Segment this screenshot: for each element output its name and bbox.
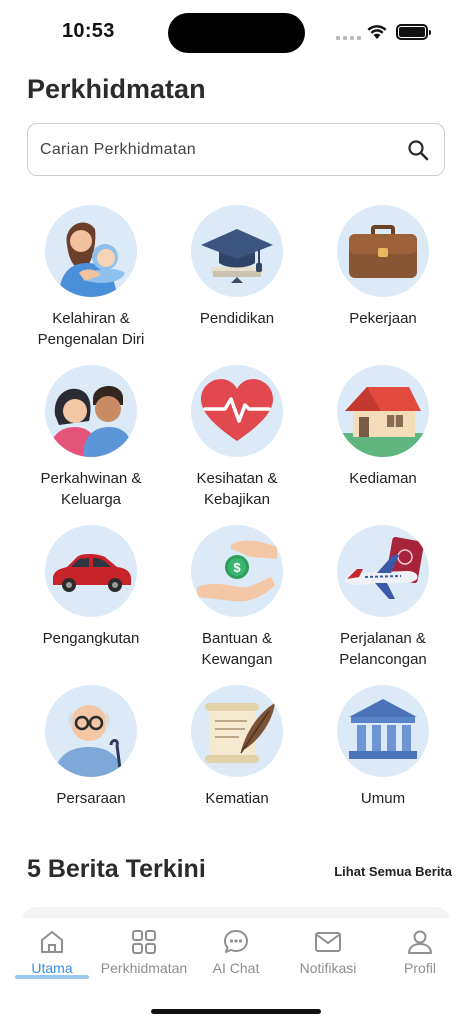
heart-pulse-icon — [191, 365, 283, 457]
page-title: Perkhidmatan — [27, 74, 206, 104]
couple-icon — [45, 365, 137, 457]
see-all-news-link[interactable]: Lihat Semua Berita — [334, 864, 452, 879]
home-indicator[interactable] — [151, 1009, 321, 1014]
active-tab-indicator — [15, 975, 89, 979]
tab-label: Perkhidmatan — [100, 960, 188, 976]
tab-label: Notifikasi — [299, 960, 357, 976]
money-hands-icon: $ — [191, 525, 283, 617]
mother-baby-icon — [45, 205, 137, 297]
dynamic-island — [168, 13, 305, 53]
service-kediaman[interactable]: Kediaman — [310, 363, 456, 523]
service-label: Pengangkutan — [42, 630, 140, 647]
battery-icon — [396, 24, 431, 40]
grid-icon — [132, 930, 156, 954]
airplane-passport-icon — [337, 525, 429, 617]
service-label: Bantuan & Kewangan — [201, 630, 273, 668]
service-label: Pendidikan — [199, 310, 275, 327]
cellular-signal-icon — [336, 36, 361, 40]
service-perjalanan[interactable]: Perjalanan & Pelancongan — [310, 523, 456, 683]
tab-notifikasi[interactable]: Notifikasi — [280, 928, 376, 976]
service-label: Kesihatan & Kebajikan — [196, 470, 278, 508]
svg-text:$: $ — [233, 560, 241, 575]
service-bantuan[interactable]: $ Bantuan & Kewangan — [164, 523, 310, 683]
briefcase-icon — [337, 205, 429, 297]
service-pengangkutan[interactable]: Pengangkutan — [18, 523, 164, 683]
tab-label: Profil — [404, 960, 436, 976]
service-label: Perkahwinan & Keluarga — [40, 470, 142, 508]
government-building-icon — [337, 685, 429, 777]
search-box[interactable] — [27, 123, 445, 176]
scroll-quill-icon — [191, 685, 283, 777]
service-umum[interactable]: Umum — [310, 683, 456, 843]
tab-profil[interactable]: Profil — [372, 928, 468, 976]
service-perkahwinan[interactable]: Perkahwinan & Keluarga — [18, 363, 164, 523]
chat-bubble-icon — [224, 930, 248, 953]
search-input[interactable] — [40, 138, 390, 162]
elderly-man-icon — [45, 685, 137, 777]
search-icon[interactable] — [406, 138, 430, 162]
service-label: Kediaman — [349, 470, 417, 487]
tab-utama[interactable]: Utama — [4, 928, 100, 976]
services-grid: Kelahiran & Pengenalan Diri Pendidikan P… — [18, 203, 458, 843]
service-persaraan[interactable]: Persaraan — [18, 683, 164, 843]
tab-label: Utama — [31, 960, 73, 976]
car-icon — [45, 525, 137, 617]
tab-ai-chat[interactable]: AI Chat — [188, 928, 284, 976]
service-label: Perjalanan & Pelancongan — [339, 630, 427, 668]
news-section-title: 5 Berita Terkini — [27, 855, 206, 883]
service-kesihatan[interactable]: Kesihatan & Kebajikan — [164, 363, 310, 523]
service-label: Pekerjaan — [349, 310, 417, 327]
status-bar: 10:53 — [0, 0, 472, 62]
envelope-icon — [315, 932, 341, 952]
service-label: Kelahiran & Pengenalan Diri — [37, 310, 145, 348]
service-pekerjaan[interactable]: Pekerjaan — [310, 203, 456, 363]
service-kelahiran[interactable]: Kelahiran & Pengenalan Diri — [18, 203, 164, 363]
home-icon — [41, 931, 63, 953]
status-time: 10:53 — [62, 20, 115, 42]
service-kematian[interactable]: Kematian — [164, 683, 310, 843]
service-label: Persaraan — [56, 790, 126, 807]
service-label: Umum — [360, 790, 406, 807]
house-icon — [337, 365, 429, 457]
graduation-cap-icon — [191, 205, 283, 297]
service-label: Kematian — [205, 790, 269, 807]
tab-label: AI Chat — [212, 960, 260, 976]
service-pendidikan[interactable]: Pendidikan — [164, 203, 310, 363]
wifi-icon — [367, 25, 387, 39]
user-icon — [408, 930, 432, 954]
tab-perkhidmatan[interactable]: Perkhidmatan — [96, 928, 192, 976]
